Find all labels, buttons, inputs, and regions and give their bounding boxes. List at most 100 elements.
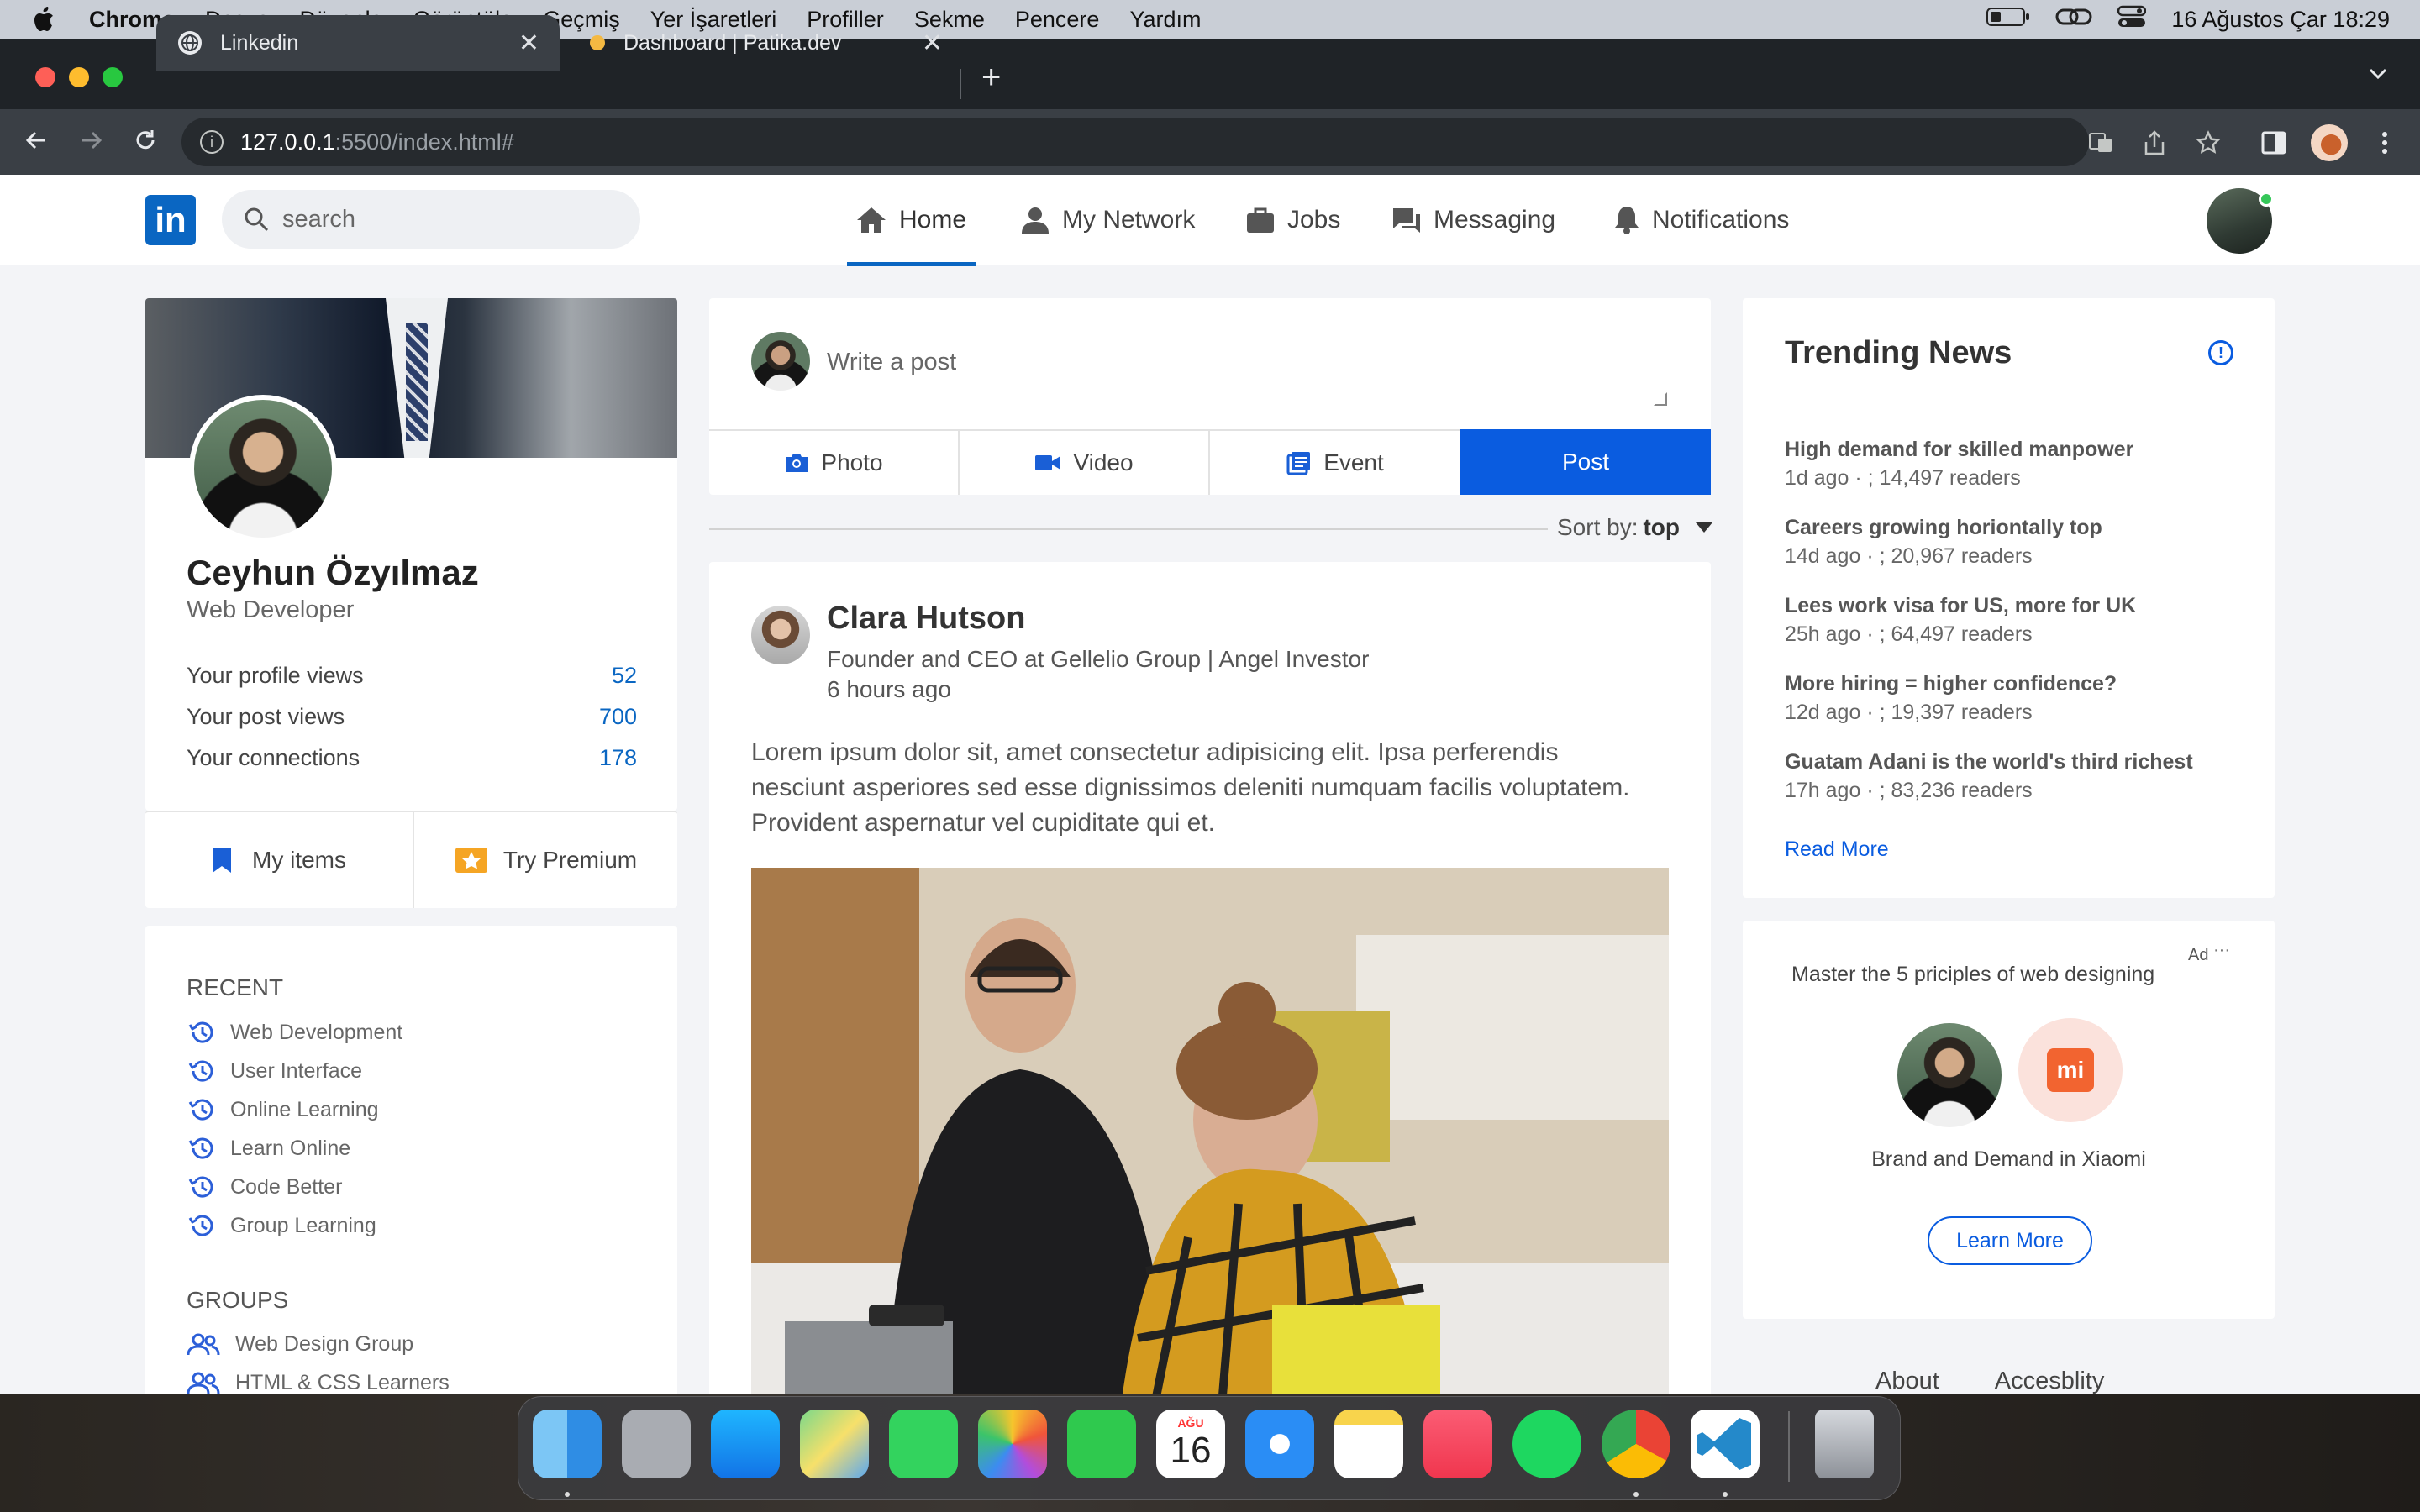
recent-heading: RECENT (187, 974, 284, 1000)
my-items-button[interactable]: My items (145, 812, 411, 908)
facetime-icon[interactable] (1067, 1410, 1136, 1478)
nav-my-network-label: My Network (1062, 206, 1196, 234)
messages-icon[interactable] (889, 1410, 958, 1478)
linkedin-logo[interactable]: in (145, 195, 196, 245)
finder-icon[interactable] (533, 1410, 602, 1478)
textarea-resize-handle[interactable] (1654, 392, 1667, 406)
stat-connections[interactable]: Your connections 178 (187, 745, 637, 771)
new-tab-plus-icon[interactable]: + (981, 59, 1001, 97)
ad-options-icon[interactable]: ··· (2213, 941, 2230, 960)
vscode-icon[interactable] (1691, 1410, 1760, 1478)
learn-more-button[interactable]: Learn More (1928, 1216, 2092, 1265)
menu-item-window[interactable]: Pencere (1015, 7, 1100, 33)
recent-item[interactable]: Online Learning (187, 1097, 379, 1122)
recent-item[interactable]: Learn Online (187, 1136, 350, 1161)
running-indicator (1723, 1492, 1728, 1497)
control-center-icon[interactable] (2118, 5, 2147, 34)
site-info-icon[interactable]: i (200, 130, 224, 154)
stat-post-views[interactable]: Your post views 700 (187, 704, 637, 730)
xiaomi-logo-text: mi (2047, 1048, 2094, 1092)
post-author-name[interactable]: Clara Hutson (827, 601, 1025, 637)
translate-icon[interactable] (2084, 126, 2118, 160)
news-headline[interactable]: More hiring = higher confidence? (1785, 672, 2117, 696)
safari-icon[interactable] (1245, 1410, 1314, 1478)
reload-icon[interactable] (124, 119, 166, 161)
close-window-button[interactable] (35, 67, 55, 87)
chrome-profile-avatar[interactable] (2311, 124, 2348, 161)
sort-dropdown[interactable]: Sort by: top (1557, 514, 1713, 541)
news-headline[interactable]: Guatam Adani is the world's third riches… (1785, 750, 2193, 774)
video-button[interactable]: Video (960, 429, 1210, 495)
apple-logo-icon[interactable] (30, 5, 57, 34)
xiaomi-logo: mi (2018, 1018, 2123, 1122)
recent-item-label: Web Development (230, 1020, 403, 1044)
photos-icon[interactable] (978, 1410, 1047, 1478)
recent-item[interactable]: Web Development (187, 1020, 402, 1045)
nav-home[interactable]: Home (855, 197, 966, 244)
tab-patika-dashboard[interactable]: Dashboard | Patika.dev ✕ (568, 15, 963, 71)
news-headline[interactable]: Careers growing horiontally top (1785, 516, 2102, 540)
side-panel-icon[interactable] (2257, 126, 2291, 160)
feed-post: Clara Hutson Founder and CEO at Gellelio… (709, 562, 1711, 1394)
home-icon (857, 207, 886, 233)
event-button[interactable]: Event (1210, 429, 1460, 495)
app-store-icon[interactable] (711, 1410, 780, 1478)
write-post-input[interactable]: Write a post (827, 349, 956, 376)
footer-link-accessibility[interactable]: Accesblity (1995, 1368, 2105, 1394)
news-headline[interactable]: High demand for skilled manpower (1785, 438, 2133, 462)
search-icon (245, 207, 269, 232)
post-author-avatar[interactable] (751, 606, 810, 664)
profile-name[interactable]: Ceyhun Özyılmaz (187, 553, 479, 593)
my-items-label: My items (252, 847, 346, 873)
calendar-icon[interactable]: AĞU 16 (1156, 1410, 1225, 1478)
recent-item[interactable]: User Interface (187, 1058, 362, 1084)
music-icon[interactable] (1423, 1410, 1492, 1478)
footer-link-about[interactable]: About (1876, 1368, 1939, 1394)
battery-icon[interactable] (1986, 7, 2030, 33)
history-icon (188, 1060, 213, 1082)
tab-search-chevron-icon[interactable] (2368, 60, 2388, 87)
group-item[interactable]: HTML & CSS Learners (187, 1371, 450, 1394)
news-meta: 1d ago · ; 14,497 readers (1785, 466, 2021, 490)
sort-value: top (1643, 514, 1681, 540)
photo-button[interactable]: Photo (709, 429, 960, 495)
menubar-clock[interactable]: 16 Ağustos Çar 18:29 (2171, 7, 2390, 33)
nav-my-network[interactable]: My Network (1020, 197, 1195, 244)
post-image[interactable] (751, 868, 1669, 1394)
close-tab-icon[interactable]: ✕ (518, 29, 539, 58)
forward-arrow-icon[interactable] (71, 119, 113, 161)
chrome-menu-icon[interactable] (2368, 126, 2402, 160)
minimize-window-button[interactable] (69, 67, 89, 87)
nav-jobs[interactable]: Jobs (1245, 197, 1340, 244)
profile-photo[interactable] (189, 395, 337, 543)
tab-linkedin[interactable]: Linkedin ✕ (156, 15, 560, 71)
menu-item-help[interactable]: Yardım (1129, 7, 1201, 33)
recent-item[interactable]: Group Learning (187, 1213, 376, 1238)
share-icon[interactable] (2138, 126, 2171, 160)
bookmark-star-icon[interactable] (2191, 126, 2225, 160)
group-item[interactable]: Web Design Group (187, 1332, 413, 1357)
link-status-icon[interactable] (2055, 5, 2092, 34)
read-more-link[interactable]: Read More (1785, 837, 1889, 862)
search-input[interactable]: search (222, 190, 640, 249)
info-icon[interactable]: ! (2208, 340, 2233, 365)
chrome-icon[interactable] (1602, 1410, 1670, 1478)
address-bar[interactable]: i 127.0.0.1:5500/index.html# (182, 118, 2089, 166)
post-button[interactable]: Post (1460, 429, 1711, 495)
nav-notifications[interactable]: Notifications (1613, 197, 1789, 244)
nav-messaging[interactable]: Messaging (1392, 197, 1555, 244)
news-headline[interactable]: Lees work visa for US, more for UK (1785, 594, 2136, 618)
close-tab-icon[interactable]: ✕ (922, 29, 943, 58)
notes-icon[interactable] (1334, 1410, 1403, 1478)
launchpad-icon[interactable] (622, 1410, 691, 1478)
stat-profile-views[interactable]: Your profile views 52 (187, 663, 637, 689)
spotify-icon[interactable] (1512, 1410, 1581, 1478)
stat-value: 178 (598, 745, 637, 770)
maps-icon[interactable] (800, 1410, 869, 1478)
feed-divider (709, 528, 1548, 530)
try-premium-button[interactable]: Try Premium (413, 812, 677, 908)
zoom-window-button[interactable] (103, 67, 123, 87)
recent-item[interactable]: Code Better (187, 1174, 342, 1200)
back-arrow-icon[interactable] (15, 119, 57, 161)
trash-icon[interactable] (1815, 1410, 1874, 1478)
